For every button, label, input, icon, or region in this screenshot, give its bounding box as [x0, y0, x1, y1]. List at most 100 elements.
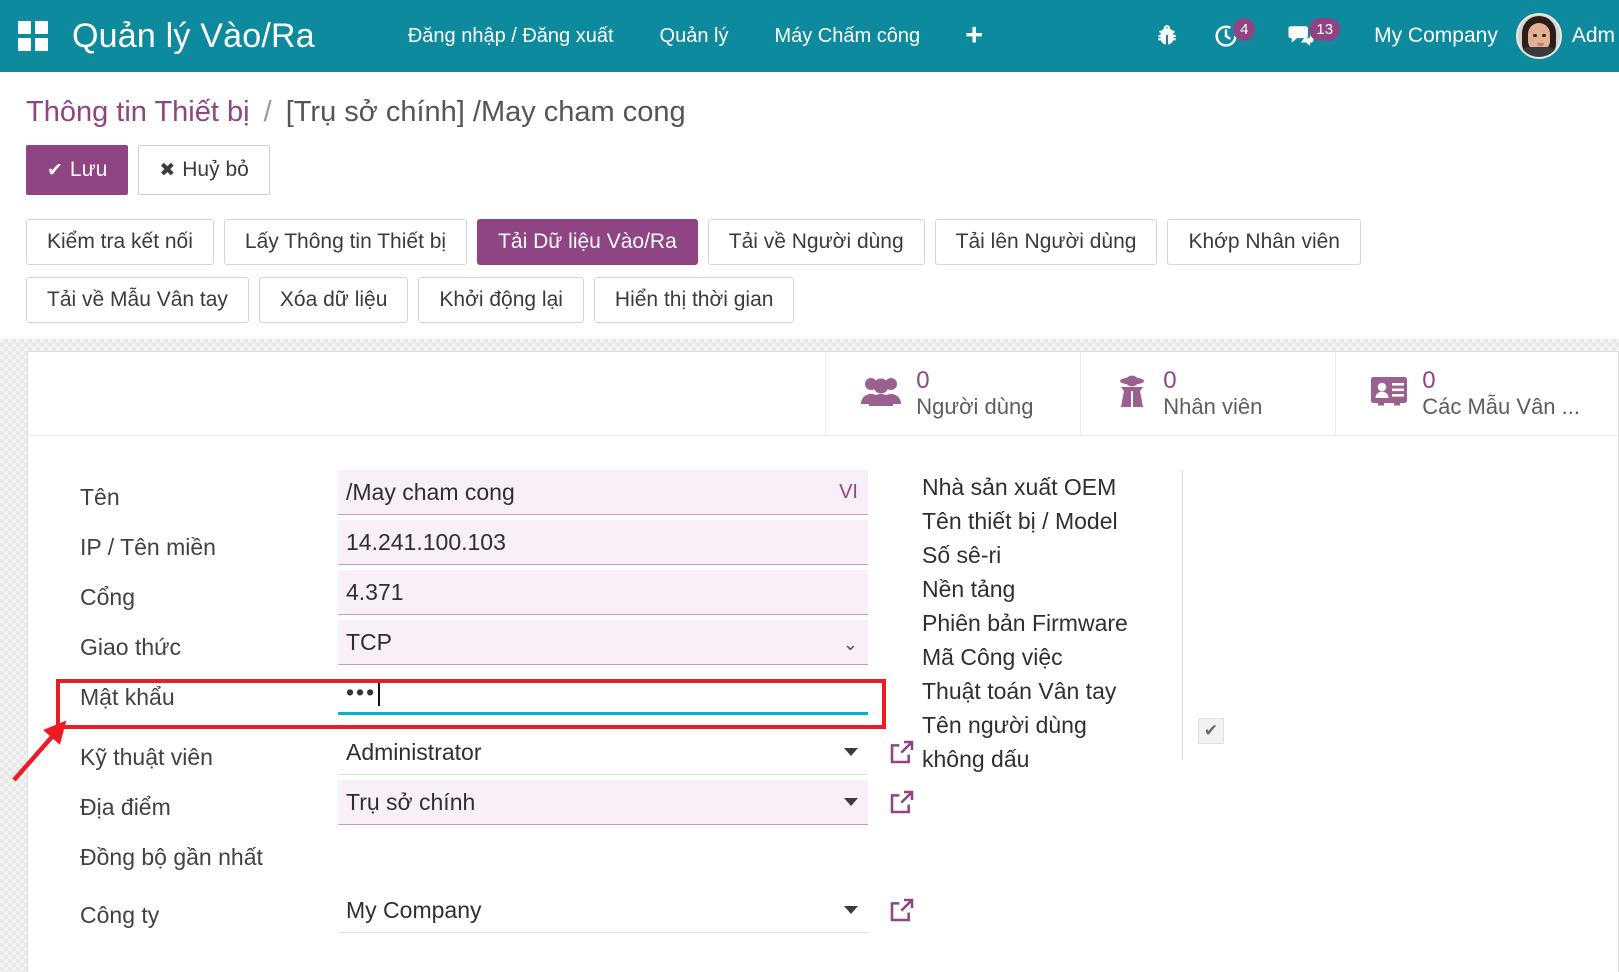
- stat-users-value: 0: [916, 366, 930, 394]
- stat-templates-label: Các Mẫu Vân ...: [1422, 394, 1580, 420]
- breadcrumb: Thông tin Thiết bị / [Trụ sở chính] /May…: [0, 72, 1619, 129]
- action-restart[interactable]: Khởi động lại: [418, 276, 584, 323]
- apps-grid-cell: [18, 21, 31, 34]
- cancel-button[interactable]: ✖ Huỷ bỏ: [138, 145, 270, 195]
- stat-button-employees[interactable]: 0 Nhân viên: [1080, 351, 1335, 435]
- field-label-ip-domain: IP / Tên miền: [80, 533, 216, 560]
- stat-button-users[interactable]: 0 Người dùng: [825, 351, 1080, 435]
- field-control-last-sync: [338, 829, 868, 879]
- port-input-wrap: [338, 569, 868, 615]
- username-no-accent-checkbox[interactable]: ✔: [1198, 717, 1224, 744]
- field-row-company: Công ty: [80, 887, 914, 938]
- field-row-name: Tên VI: [80, 469, 908, 520]
- field-label-technician: Kỹ thuật viên: [80, 743, 213, 770]
- company-input[interactable]: [338, 887, 868, 933]
- top-navbar: Quản lý Vào/Ra Đăng nhập / Đăng xuất Quả…: [0, 0, 1619, 72]
- avatar-eye-right: [1541, 34, 1546, 37]
- check-icon: ✔: [47, 160, 63, 181]
- action-download-fingerprint-templates[interactable]: Tải về Mẫu Vân tay: [26, 276, 249, 323]
- field-control-location: [338, 779, 914, 829]
- name-input-wrap: VI: [338, 469, 868, 515]
- action-clear-data[interactable]: Xóa dữ liệu: [258, 276, 409, 323]
- password-input-wrap: •••: [338, 669, 868, 715]
- field-label-firmware-version: Phiên bản Firmware: [922, 609, 1128, 636]
- action-match-employees[interactable]: Khớp Nhân viên: [1167, 218, 1361, 265]
- action-show-time[interactable]: Hiển thị thời gian: [593, 276, 795, 323]
- name-input[interactable]: [338, 469, 868, 515]
- device-action-row-1: Kiểm tra kết nối Lấy Thông tin Thiết bị …: [26, 218, 1619, 265]
- stat-users-label: Người dùng: [916, 394, 1034, 420]
- technician-input[interactable]: [338, 729, 868, 775]
- action-check-connection[interactable]: Kiểm tra kết nối: [26, 218, 214, 265]
- protocol-select[interactable]: [338, 619, 868, 665]
- messages-count-badge: 13: [1309, 17, 1341, 41]
- stat-button-fingerprint-templates[interactable]: 0 Các Mẫu Vân ...: [1335, 351, 1618, 435]
- field-row-technician: Kỹ thuật viên: [80, 729, 914, 780]
- field-row-last-sync: Đồng bộ gần nhất: [80, 829, 908, 888]
- user-menu[interactable]: Adm: [1515, 13, 1619, 59]
- field-control-password: •••: [338, 669, 868, 719]
- ip-input-wrap: [338, 519, 868, 565]
- field-label-serial-number: Số sê-ri: [922, 541, 1002, 568]
- field-control-port: [338, 569, 868, 619]
- device-form: Tên VI IP / Tên miền: [28, 436, 1618, 938]
- location-input-wrap: [338, 779, 914, 825]
- field-control-company: [338, 887, 914, 937]
- stat-templates-value: 0: [1422, 366, 1436, 394]
- activities-count-badge: 4: [1233, 17, 1256, 41]
- avatar: [1515, 13, 1562, 59]
- field-label-name: Tên: [80, 483, 120, 510]
- text-cursor: [378, 679, 381, 706]
- new-record-plus-icon[interactable]: +: [943, 19, 1005, 50]
- messages-button[interactable]: 13: [1271, 0, 1356, 72]
- user-name-label: Adm: [1571, 24, 1615, 47]
- ip-domain-input[interactable]: [338, 519, 868, 565]
- field-label-last-sync: Đồng bộ gần nhất: [80, 843, 263, 870]
- save-label: Lưu: [69, 158, 108, 181]
- apps-grid-cell: [35, 21, 48, 34]
- location-input[interactable]: [338, 779, 868, 825]
- bug-report-button[interactable]: [1138, 0, 1196, 72]
- nav-item-management[interactable]: Quản lý: [637, 25, 752, 48]
- field-label-oem-manufacturer: Nhà sản xuất OEM: [922, 473, 1117, 500]
- password-input[interactable]: •••: [338, 669, 868, 715]
- breadcrumb-root-link[interactable]: Thông tin Thiết bị: [26, 96, 250, 128]
- field-label-username-no-accent-line2: không dấu: [922, 745, 1030, 772]
- company-switcher[interactable]: My Company: [1356, 24, 1516, 48]
- save-button[interactable]: ✔ Lưu: [26, 145, 129, 195]
- form-background: 0 Người dùng 0 Nhân viên 0 Các Mẫu Vân .…: [0, 338, 1619, 972]
- protocol-select-wrap: ⌄: [338, 619, 868, 665]
- port-input[interactable]: [338, 569, 868, 615]
- nav-item-login-logout[interactable]: Đăng nhập / Đăng xuất: [385, 25, 637, 48]
- apps-grid-icon[interactable]: [18, 21, 48, 51]
- stat-users-text: 0 Người dùng: [916, 367, 1033, 420]
- field-label-platform: Nền tảng: [922, 575, 1016, 602]
- form-sheet: 0 Người dùng 0 Nhân viên 0 Các Mẫu Vân .…: [27, 350, 1619, 972]
- action-download-attendance-data[interactable]: Tải Dữ liệu Vào/Ra: [477, 218, 698, 265]
- field-label-work-code: Mã Công việc: [922, 643, 1063, 670]
- apps-grid-cell: [18, 38, 31, 51]
- form-right-column: Nhà sản xuất OEM Tên thiết bị / Model Số…: [908, 469, 1618, 938]
- avatar-eye-left: [1532, 34, 1537, 37]
- nav-item-attendance-device[interactable]: Máy Chấm công: [751, 25, 943, 48]
- app-title[interactable]: Quản lý Vào/Ra: [72, 17, 315, 56]
- activities-button[interactable]: 4: [1196, 0, 1271, 72]
- field-label-password: Mật khẩu: [80, 683, 175, 710]
- form-left-column: Tên VI IP / Tên miền: [28, 469, 914, 938]
- navbar-right-tools: 4 13 My Company Adm: [1138, 0, 1619, 72]
- company-input-wrap: [338, 887, 914, 933]
- stat-templates-text: 0 Các Mẫu Vân ...: [1422, 367, 1580, 420]
- password-masked-value: •••: [346, 678, 377, 705]
- navbar-links: Đăng nhập / Đăng xuất Quản lý Máy Chấm c…: [385, 19, 1005, 50]
- avatar-shoulders: [1517, 47, 1560, 57]
- breadcrumb-separator: /: [263, 96, 272, 128]
- bug-icon: [1158, 25, 1176, 45]
- last-sync-value[interactable]: [338, 829, 868, 875]
- action-upload-users[interactable]: Tải lên Người dùng: [934, 218, 1158, 265]
- field-row-location: Địa điểm: [80, 779, 914, 830]
- action-download-users[interactable]: Tải về Người dùng: [707, 218, 925, 265]
- field-label-username-no-accent-line1: Tên người dùng: [922, 711, 1087, 738]
- right-column-divider: [1182, 469, 1183, 760]
- action-get-device-info[interactable]: Lấy Thông tin Thiết bị: [223, 218, 468, 265]
- technician-input-wrap: [338, 729, 914, 775]
